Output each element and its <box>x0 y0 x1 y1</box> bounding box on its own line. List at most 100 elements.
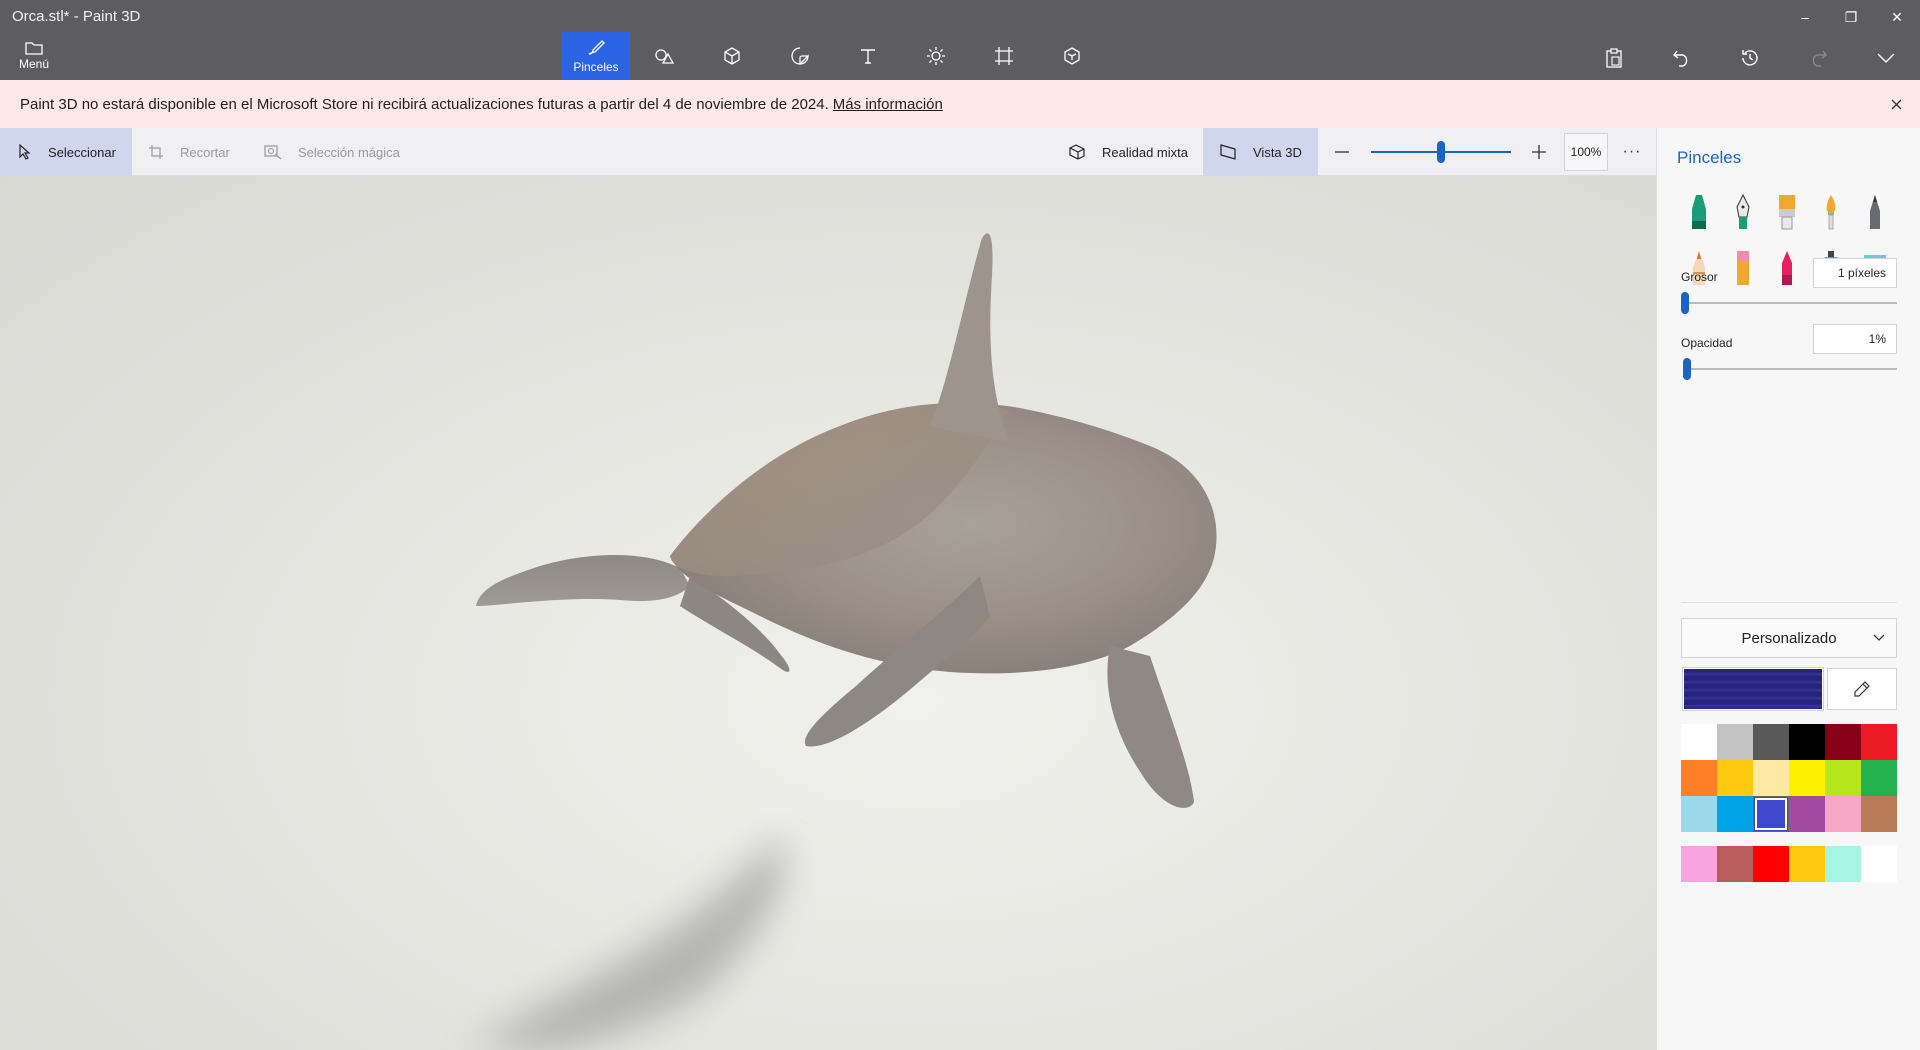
3d-shapes-icon <box>724 47 740 65</box>
view-3d-label: Vista 3D <box>1253 144 1302 160</box>
tool-3d-shapes[interactable] <box>698 32 766 80</box>
color-swatch[interactable] <box>1861 796 1897 832</box>
tool-text[interactable] <box>834 32 902 80</box>
cursor-icon <box>19 144 31 160</box>
minimize-button[interactable]: – <box>1782 0 1828 34</box>
brush-pencil[interactable] <box>1853 190 1897 234</box>
tool-canvas[interactable] <box>970 32 1038 80</box>
tool-brushes[interactable]: Pinceles <box>562 32 630 80</box>
orca-dorsal-fin <box>930 233 1010 442</box>
custom-color-swatch[interactable] <box>1861 846 1897 882</box>
custom-color-swatch[interactable] <box>1825 846 1861 882</box>
color-swatch[interactable] <box>1825 760 1861 796</box>
color-palette <box>1681 724 1897 832</box>
color-swatch[interactable] <box>1753 724 1789 760</box>
color-swatch[interactable] <box>1681 724 1717 760</box>
custom-colors <box>1681 846 1897 882</box>
paste-button[interactable] <box>1580 36 1648 80</box>
canvas-icon <box>995 47 1013 65</box>
opacity-label: Opacidad <box>1681 336 1733 350</box>
right-tools <box>1580 36 1920 80</box>
pixel-pen-icon <box>1737 251 1749 285</box>
color-swatch[interactable] <box>1717 796 1753 832</box>
3d-canvas[interactable] <box>0 176 1656 1050</box>
close-button[interactable]: ✕ <box>1874 0 1920 34</box>
close-icon <box>1891 99 1901 109</box>
zoom-in-button[interactable] <box>1529 142 1549 162</box>
thickness-input[interactable]: 1 píxeles <box>1813 258 1897 288</box>
brush-spray[interactable] <box>1765 246 1809 290</box>
custom-color-swatch[interactable] <box>1753 846 1789 882</box>
panel-title: Pinceles <box>1677 148 1742 167</box>
redo-button[interactable] <box>1784 36 1852 80</box>
palette-dropdown-value: Personalizado <box>1741 629 1837 647</box>
color-swatch[interactable] <box>1681 760 1717 796</box>
zoom-percentage[interactable]: 100% <box>1564 133 1608 171</box>
color-swatch[interactable] <box>1753 796 1789 832</box>
brush-calligraphy[interactable] <box>1721 190 1765 234</box>
brush-marker[interactable] <box>1677 190 1721 234</box>
tool-effects[interactable] <box>902 32 970 80</box>
color-swatch[interactable] <box>1789 760 1825 796</box>
eyedropper-icon <box>1854 681 1870 697</box>
more-info-link[interactable]: Más información <box>833 96 943 113</box>
color-swatch[interactable] <box>1717 724 1753 760</box>
orca-model[interactable] <box>0 176 1656 1050</box>
restore-button[interactable]: ❐ <box>1828 0 1874 34</box>
current-color-swatch[interactable] <box>1682 667 1824 711</box>
pencil-icon <box>1870 195 1880 229</box>
2d-shapes-icon <box>655 49 674 64</box>
crop-button[interactable]: Recortar <box>148 128 230 176</box>
history-button[interactable] <box>1716 36 1784 80</box>
thickness-slider-thumb[interactable] <box>1681 292 1689 314</box>
window-title: Orca.stl* - Paint 3D <box>12 8 141 25</box>
more-options-button[interactable]: ··· <box>1620 140 1644 164</box>
eyedropper-button[interactable] <box>1827 668 1897 710</box>
brush-pixel-pen[interactable] <box>1721 246 1765 290</box>
magic-select-label: Selección mágica <box>298 144 400 160</box>
brush-oil[interactable] <box>1765 190 1809 234</box>
custom-color-swatch[interactable] <box>1681 846 1717 882</box>
color-swatch[interactable] <box>1825 724 1861 760</box>
orca-tail <box>476 554 690 606</box>
color-swatch[interactable] <box>1825 796 1861 832</box>
zoom-slider-thumb[interactable] <box>1437 141 1445 163</box>
color-swatch[interactable] <box>1789 724 1825 760</box>
color-swatch[interactable] <box>1861 760 1897 796</box>
color-swatch[interactable] <box>1789 796 1825 832</box>
color-swatch[interactable] <box>1681 796 1717 832</box>
opacity-slider-thumb[interactable] <box>1683 358 1692 380</box>
expand-button[interactable] <box>1852 36 1920 80</box>
brush-watercolor[interactable] <box>1809 190 1853 234</box>
banner-close-button[interactable] <box>1886 94 1906 114</box>
select-button[interactable]: Seleccionar <box>0 128 132 176</box>
mixed-reality-button[interactable]: Realidad mixta <box>1068 128 1188 176</box>
tool-3d-library[interactable] <box>1038 32 1106 80</box>
magic-select-button[interactable]: Selección mágica <box>264 128 400 176</box>
tool-2d-shapes[interactable] <box>630 32 698 80</box>
tool-stickers[interactable] <box>766 32 834 80</box>
undo-button[interactable] <box>1648 36 1716 80</box>
orca-rear-fin <box>1107 646 1194 808</box>
color-swatch[interactable] <box>1861 724 1897 760</box>
menu-button[interactable]: Menú <box>8 36 60 76</box>
history-icon <box>1742 50 1758 66</box>
custom-color-swatch[interactable] <box>1789 846 1825 882</box>
crop-icon <box>149 145 163 159</box>
palette-dropdown[interactable]: Personalizado <box>1681 618 1897 658</box>
color-swatch[interactable] <box>1753 760 1789 796</box>
chevron-down-icon <box>1877 53 1895 63</box>
spray-can-icon <box>1782 251 1792 285</box>
opacity-slider-track[interactable] <box>1683 368 1897 370</box>
brush-icon <box>588 39 605 55</box>
banner-message: Paint 3D no estará disponible en el Micr… <box>20 95 829 113</box>
mixed-reality-label: Realidad mixta <box>1102 144 1188 160</box>
custom-color-swatch[interactable] <box>1717 846 1753 882</box>
thickness-slider-track[interactable] <box>1683 302 1897 304</box>
color-swatch[interactable] <box>1717 760 1753 796</box>
stickers-icon <box>791 47 809 65</box>
opacity-input[interactable]: 1% <box>1813 324 1897 354</box>
view-3d-button[interactable]: Vista 3D <box>1203 128 1318 176</box>
zoom-out-button[interactable] <box>1332 142 1352 162</box>
paint3d-window: Orca.stl* - Paint 3D – ❐ ✕ Menú Pinceles <box>0 0 1920 1050</box>
